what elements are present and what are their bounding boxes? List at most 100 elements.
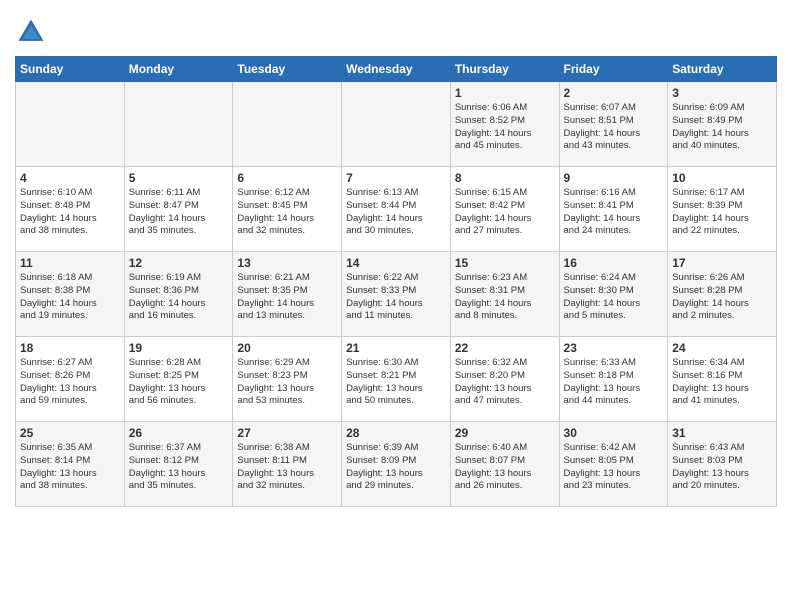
- day-info: Sunrise: 6:11 AM Sunset: 8:47 PM Dayligh…: [129, 187, 206, 236]
- day-number: 17: [672, 256, 772, 270]
- day-info: Sunrise: 6:07 AM Sunset: 8:51 PM Dayligh…: [564, 102, 641, 151]
- day-cell: 15 Sunrise: 6:23 AM Sunset: 8:31 PM Dayli…: [450, 252, 559, 337]
- day-cell: [342, 82, 451, 167]
- day-number: 1: [455, 86, 555, 100]
- day-cell: 26 Sunrise: 6:37 AM Sunset: 8:12 PM Dayli…: [124, 422, 233, 507]
- day-info: Sunrise: 6:39 AM Sunset: 8:09 PM Dayligh…: [346, 442, 423, 491]
- week-row-5: 25 Sunrise: 6:35 AM Sunset: 8:14 PM Dayli…: [16, 422, 777, 507]
- weekday-header-sunday: Sunday: [16, 57, 125, 82]
- day-info: Sunrise: 6:18 AM Sunset: 8:38 PM Dayligh…: [20, 272, 97, 321]
- day-number: 11: [20, 256, 120, 270]
- day-info: Sunrise: 6:34 AM Sunset: 8:16 PM Dayligh…: [672, 357, 749, 406]
- day-cell: 5 Sunrise: 6:11 AM Sunset: 8:47 PM Daylig…: [124, 167, 233, 252]
- day-cell: 11 Sunrise: 6:18 AM Sunset: 8:38 PM Dayli…: [16, 252, 125, 337]
- day-cell: 21 Sunrise: 6:30 AM Sunset: 8:21 PM Dayli…: [342, 337, 451, 422]
- day-info: Sunrise: 6:30 AM Sunset: 8:21 PM Dayligh…: [346, 357, 423, 406]
- day-number: 13: [237, 256, 337, 270]
- day-number: 30: [564, 426, 664, 440]
- day-info: Sunrise: 6:29 AM Sunset: 8:23 PM Dayligh…: [237, 357, 314, 406]
- day-info: Sunrise: 6:26 AM Sunset: 8:28 PM Dayligh…: [672, 272, 749, 321]
- day-cell: 8 Sunrise: 6:15 AM Sunset: 8:42 PM Daylig…: [450, 167, 559, 252]
- weekday-header-row: SundayMondayTuesdayWednesdayThursdayFrid…: [16, 57, 777, 82]
- day-info: Sunrise: 6:17 AM Sunset: 8:39 PM Dayligh…: [672, 187, 749, 236]
- day-number: 14: [346, 256, 446, 270]
- day-cell: 31 Sunrise: 6:43 AM Sunset: 8:03 PM Dayli…: [668, 422, 777, 507]
- day-cell: 7 Sunrise: 6:13 AM Sunset: 8:44 PM Daylig…: [342, 167, 451, 252]
- day-cell: 4 Sunrise: 6:10 AM Sunset: 8:48 PM Daylig…: [16, 167, 125, 252]
- day-number: 23: [564, 341, 664, 355]
- day-info: Sunrise: 6:32 AM Sunset: 8:20 PM Dayligh…: [455, 357, 532, 406]
- day-info: Sunrise: 6:28 AM Sunset: 8:25 PM Dayligh…: [129, 357, 206, 406]
- day-number: 5: [129, 171, 229, 185]
- day-number: 19: [129, 341, 229, 355]
- day-cell: [124, 82, 233, 167]
- day-info: Sunrise: 6:24 AM Sunset: 8:30 PM Dayligh…: [564, 272, 641, 321]
- day-number: 28: [346, 426, 446, 440]
- day-number: 3: [672, 86, 772, 100]
- week-row-3: 11 Sunrise: 6:18 AM Sunset: 8:38 PM Dayli…: [16, 252, 777, 337]
- day-number: 27: [237, 426, 337, 440]
- header: [15, 10, 777, 48]
- day-cell: 1Sunrise: 6:06 AM Sunset: 8:52 PM Daylig…: [450, 82, 559, 167]
- day-info: Sunrise: 6:42 AM Sunset: 8:05 PM Dayligh…: [564, 442, 641, 491]
- day-cell: 25 Sunrise: 6:35 AM Sunset: 8:14 PM Dayli…: [16, 422, 125, 507]
- day-cell: 22 Sunrise: 6:32 AM Sunset: 8:20 PM Dayli…: [450, 337, 559, 422]
- day-number: 15: [455, 256, 555, 270]
- day-cell: 24Sunrise: 6:34 AM Sunset: 8:16 PM Dayli…: [668, 337, 777, 422]
- week-row-2: 4 Sunrise: 6:10 AM Sunset: 8:48 PM Daylig…: [16, 167, 777, 252]
- day-cell: 13 Sunrise: 6:21 AM Sunset: 8:35 PM Dayli…: [233, 252, 342, 337]
- day-number: 7: [346, 171, 446, 185]
- day-number: 20: [237, 341, 337, 355]
- day-cell: 30 Sunrise: 6:42 AM Sunset: 8:05 PM Dayli…: [559, 422, 668, 507]
- day-info: Sunrise: 6:22 AM Sunset: 8:33 PM Dayligh…: [346, 272, 423, 321]
- day-number: 22: [455, 341, 555, 355]
- day-info: Sunrise: 6:43 AM Sunset: 8:03 PM Dayligh…: [672, 442, 749, 491]
- day-number: 10: [672, 171, 772, 185]
- day-info: Sunrise: 6:21 AM Sunset: 8:35 PM Dayligh…: [237, 272, 314, 321]
- day-number: 31: [672, 426, 772, 440]
- day-info: Sunrise: 6:37 AM Sunset: 8:12 PM Dayligh…: [129, 442, 206, 491]
- logo-icon: [15, 16, 47, 48]
- day-cell: 19 Sunrise: 6:28 AM Sunset: 8:25 PM Dayli…: [124, 337, 233, 422]
- day-cell: [233, 82, 342, 167]
- day-cell: 6 Sunrise: 6:12 AM Sunset: 8:45 PM Daylig…: [233, 167, 342, 252]
- day-cell: 29Sunrise: 6:40 AM Sunset: 8:07 PM Dayli…: [450, 422, 559, 507]
- day-number: 6: [237, 171, 337, 185]
- day-info: Sunrise: 6:15 AM Sunset: 8:42 PM Dayligh…: [455, 187, 532, 236]
- day-number: 26: [129, 426, 229, 440]
- weekday-header-thursday: Thursday: [450, 57, 559, 82]
- day-cell: 2Sunrise: 6:07 AM Sunset: 8:51 PM Daylig…: [559, 82, 668, 167]
- day-info: Sunrise: 6:13 AM Sunset: 8:44 PM Dayligh…: [346, 187, 423, 236]
- day-number: 8: [455, 171, 555, 185]
- day-info: Sunrise: 6:12 AM Sunset: 8:45 PM Dayligh…: [237, 187, 314, 236]
- day-cell: 17 Sunrise: 6:26 AM Sunset: 8:28 PM Dayli…: [668, 252, 777, 337]
- day-number: 25: [20, 426, 120, 440]
- week-row-1: 1Sunrise: 6:06 AM Sunset: 8:52 PM Daylig…: [16, 82, 777, 167]
- weekday-header-wednesday: Wednesday: [342, 57, 451, 82]
- page: SundayMondayTuesdayWednesdayThursdayFrid…: [0, 0, 792, 612]
- day-cell: 20 Sunrise: 6:29 AM Sunset: 8:23 PM Dayli…: [233, 337, 342, 422]
- day-cell: 18 Sunrise: 6:27 AM Sunset: 8:26 PM Dayli…: [16, 337, 125, 422]
- day-cell: 12Sunrise: 6:19 AM Sunset: 8:36 PM Dayli…: [124, 252, 233, 337]
- day-info: Sunrise: 6:35 AM Sunset: 8:14 PM Dayligh…: [20, 442, 97, 491]
- day-cell: 27Sunrise: 6:38 AM Sunset: 8:11 PM Dayli…: [233, 422, 342, 507]
- day-number: 4: [20, 171, 120, 185]
- day-info: Sunrise: 6:33 AM Sunset: 8:18 PM Dayligh…: [564, 357, 641, 406]
- day-info: Sunrise: 6:19 AM Sunset: 8:36 PM Dayligh…: [129, 272, 206, 321]
- day-cell: 16Sunrise: 6:24 AM Sunset: 8:30 PM Dayli…: [559, 252, 668, 337]
- day-info: Sunrise: 6:10 AM Sunset: 8:48 PM Dayligh…: [20, 187, 97, 236]
- day-cell: 23 Sunrise: 6:33 AM Sunset: 8:18 PM Dayli…: [559, 337, 668, 422]
- day-cell: [16, 82, 125, 167]
- day-number: 18: [20, 341, 120, 355]
- weekday-header-tuesday: Tuesday: [233, 57, 342, 82]
- day-cell: 14 Sunrise: 6:22 AM Sunset: 8:33 PM Dayli…: [342, 252, 451, 337]
- day-info: Sunrise: 6:27 AM Sunset: 8:26 PM Dayligh…: [20, 357, 97, 406]
- day-number: 21: [346, 341, 446, 355]
- weekday-header-friday: Friday: [559, 57, 668, 82]
- day-number: 9: [564, 171, 664, 185]
- day-info: Sunrise: 6:23 AM Sunset: 8:31 PM Dayligh…: [455, 272, 532, 321]
- day-cell: 10 Sunrise: 6:17 AM Sunset: 8:39 PM Dayli…: [668, 167, 777, 252]
- day-number: 29: [455, 426, 555, 440]
- day-info: Sunrise: 6:09 AM Sunset: 8:49 PM Dayligh…: [672, 102, 749, 151]
- calendar-table: SundayMondayTuesdayWednesdayThursdayFrid…: [15, 56, 777, 507]
